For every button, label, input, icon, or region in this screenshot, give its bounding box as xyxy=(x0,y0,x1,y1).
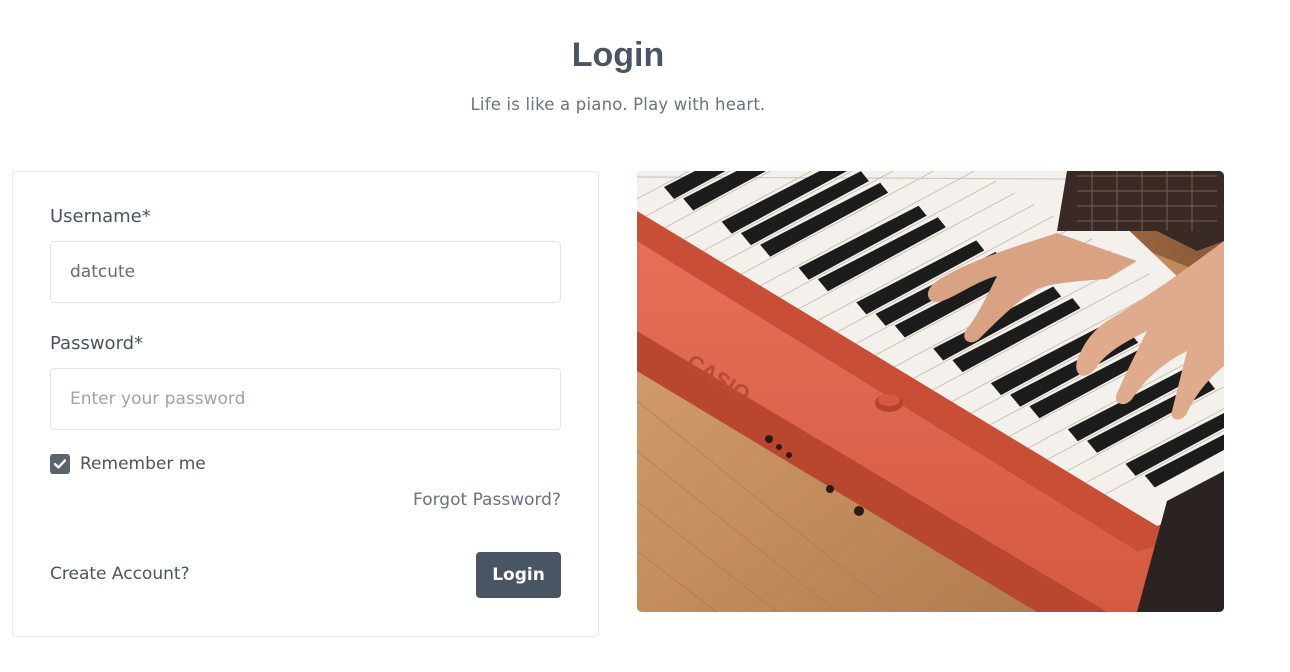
page-title: Login xyxy=(571,36,665,74)
login-card: Username* Password* Remember me Forgot P… xyxy=(12,171,599,637)
page-subtitle: Life is like a piano. Play with heart. xyxy=(470,95,766,114)
remember-me-row[interactable]: Remember me xyxy=(50,453,206,475)
hero-piano-image: CASIO xyxy=(637,171,1224,612)
remember-me-label[interactable]: Remember me xyxy=(80,454,206,474)
password-label: Password* xyxy=(50,333,144,354)
remember-me-checkbox[interactable] xyxy=(50,454,70,474)
forgot-password-link[interactable]: Forgot Password? xyxy=(413,490,561,510)
username-input[interactable] xyxy=(50,241,561,303)
username-label: Username* xyxy=(50,206,151,227)
piano-illustration: CASIO xyxy=(637,171,1224,612)
checkmark-icon xyxy=(53,459,67,469)
password-input[interactable] xyxy=(50,368,561,430)
create-account-link[interactable]: Create Account? xyxy=(50,564,190,584)
login-button[interactable]: Login xyxy=(476,552,561,598)
